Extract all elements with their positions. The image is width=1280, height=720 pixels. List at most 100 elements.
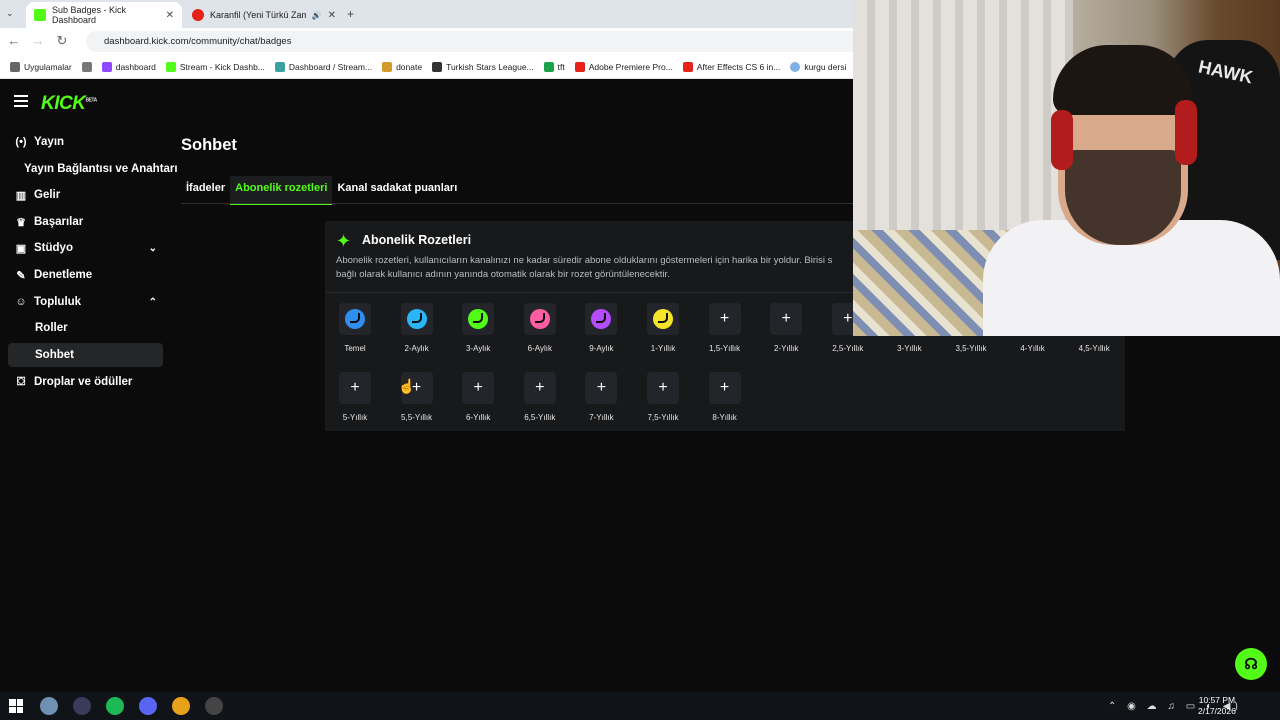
kick-badge-icon xyxy=(529,309,550,329)
nav-denetleme[interactable]: ✎ Denetleme xyxy=(8,263,163,287)
nav-stream-key[interactable]: Yayın Bağlantısı ve Anahtarı xyxy=(0,157,178,181)
bookmark-item[interactable]: Turkish Stars League... xyxy=(432,61,534,72)
spotify-icon[interactable] xyxy=(106,697,124,715)
help-chat-button[interactable]: ☊ xyxy=(1235,648,1267,680)
nav-roller[interactable]: Roller xyxy=(8,316,163,340)
grid-icon xyxy=(81,61,92,72)
add-badge-button[interactable]: + xyxy=(462,372,495,404)
nav-topluluk[interactable]: ☺ Topluluk ⌃ xyxy=(8,290,163,314)
chevron-down-icon: ⌄ xyxy=(148,242,157,254)
nav-droplar[interactable]: ⛋ Droplar ve ödüller xyxy=(8,370,163,394)
tab-list-chevron-icon[interactable]: ⌄ xyxy=(6,8,14,19)
kick-badge-icon xyxy=(468,309,489,329)
bookmark-item[interactable]: Adobe Premiere Pro... xyxy=(574,61,673,72)
badge-image[interactable] xyxy=(400,303,433,335)
add-badge-button[interactable]: + xyxy=(585,372,618,404)
close-tab-icon[interactable]: ✕ xyxy=(328,10,336,21)
badge-slot[interactable]: +7,5-Yıllık xyxy=(633,372,693,422)
bookmark-item[interactable]: After Effects CS 6 in... xyxy=(682,61,780,72)
bookmark-item[interactable]: kurgu dersi xyxy=(790,61,846,72)
badge-image[interactable] xyxy=(462,303,495,335)
add-badge-button[interactable]: + xyxy=(523,372,556,404)
add-badge-button[interactable]: + xyxy=(339,372,371,404)
nav-label: Başarılar xyxy=(34,216,84,228)
audio-icon[interactable]: 🔊 xyxy=(312,11,322,20)
close-tab-icon[interactable]: ✕ xyxy=(166,10,174,21)
bookmark-label: dashboard xyxy=(115,61,156,72)
hamburger-menu-icon[interactable] xyxy=(14,95,28,107)
badge-slot[interactable]: +2-Yıllık xyxy=(756,303,816,353)
tft-icon xyxy=(543,61,554,72)
add-badge-button[interactable]: + xyxy=(647,372,679,404)
add-badge-button[interactable]: + xyxy=(708,303,741,335)
plus-icon: + xyxy=(350,379,360,396)
plus-icon: + xyxy=(843,310,853,327)
back-icon[interactable]: ← xyxy=(6,33,22,48)
apps-grid-icon xyxy=(10,61,20,72)
badge-slot[interactable]: 2-Aylık xyxy=(387,303,447,353)
plus-icon: + xyxy=(658,379,668,396)
badge-slot[interactable]: +1,5-Yıllık xyxy=(695,303,755,353)
browser-tab-active[interactable]: Sub Badges - Kick Dashboard ✕ xyxy=(26,2,182,28)
clock[interactable]: 10:57 PM 2/17/2026 xyxy=(1198,695,1236,717)
nav-studyo[interactable]: ▣ Stüdyo ⌄ xyxy=(8,236,163,260)
sparkle-icon: ✦ xyxy=(336,231,352,251)
badge-slot[interactable]: 1-Yıllık xyxy=(633,303,693,353)
obs-icon[interactable] xyxy=(205,697,223,715)
nav-label: Sohbet xyxy=(35,349,74,361)
nav-label: Yayın Bağlantısı ve Anahtarı xyxy=(24,163,178,175)
badge-slot[interactable]: +6-Yıllık xyxy=(448,372,508,422)
browser-tab[interactable]: Karanfil (Yeni Türkü Zaman 🔊 ✕ xyxy=(184,2,344,28)
add-badge-button[interactable]: + xyxy=(708,372,741,404)
badge-image[interactable] xyxy=(585,303,618,335)
forward-icon[interactable]: → xyxy=(30,33,46,48)
bookmark-item[interactable]: Stream - Kick Dashb... xyxy=(165,61,265,72)
youtube-icon xyxy=(682,61,693,72)
badge-label: 9-Aylık xyxy=(589,344,614,353)
controller-icon[interactable] xyxy=(73,697,91,715)
badge-image[interactable] xyxy=(647,303,679,335)
tab-kanal-sadakat[interactable]: Kanal sadakat puanları xyxy=(332,176,462,205)
discord-icon[interactable] xyxy=(139,697,157,715)
url-input[interactable]: dashboard.kick.com/community/chat/badges xyxy=(86,31,866,52)
badge-label: 2-Aylık xyxy=(404,344,429,353)
windows-taskbar xyxy=(0,692,1280,720)
bookmark-item[interactable]: tft xyxy=(543,61,565,72)
badge-slot[interactable]: 6-Aylık xyxy=(510,303,570,353)
tab-ifadeler[interactable]: İfadeler xyxy=(181,176,230,205)
badge-slot[interactable]: 9-Aylık xyxy=(571,303,631,353)
badge-slot[interactable]: +7-Yıllık xyxy=(571,372,631,422)
chrome-icon[interactable] xyxy=(172,697,190,715)
bookmark-item[interactable]: donate xyxy=(382,61,422,72)
windows-start-icon[interactable] xyxy=(9,699,23,713)
tab-abonelik-rozetleri[interactable]: Abonelik rozetleri xyxy=(230,176,333,205)
badge-slot[interactable]: +5-Yıllık xyxy=(325,372,385,422)
nav-basarilar[interactable]: ♛ Başarılar xyxy=(8,210,163,234)
badge-slot[interactable]: +8-Yıllık xyxy=(695,372,755,422)
badge-label: 7-Yıllık xyxy=(589,413,614,422)
bookmark-item[interactable] xyxy=(81,61,92,72)
bookmark-item[interactable]: dashboard xyxy=(101,61,156,72)
bookmark-apps[interactable]: Uygulamalar xyxy=(10,61,72,72)
add-badge-button[interactable]: + xyxy=(770,303,803,335)
nav-gelir[interactable]: ▥ Gelir xyxy=(8,183,163,207)
new-tab-icon[interactable]: + xyxy=(347,7,354,21)
badge-image[interactable] xyxy=(339,303,371,335)
youtube-icon xyxy=(574,61,585,72)
badge-label: 5,5-Yıllık xyxy=(401,413,433,422)
badge-slot[interactable]: +5,5-Yıllık xyxy=(387,372,447,422)
app-icon[interactable] xyxy=(40,697,58,715)
badge-slot[interactable]: Temel xyxy=(325,303,385,353)
tab-divider xyxy=(181,203,853,204)
badge-slot[interactable]: 3-Aylık xyxy=(448,303,508,353)
tab-title: Sub Badges - Kick Dashboard xyxy=(52,5,127,25)
badge-slot[interactable]: +6,5-Yıllık xyxy=(510,372,570,422)
kick-logo[interactable]: KICKBETA xyxy=(41,93,97,115)
reload-icon[interactable]: ↻ xyxy=(54,33,70,49)
nav-sohbet[interactable]: Sohbet xyxy=(8,343,163,367)
clock-time: 10:57 PM xyxy=(1198,695,1236,705)
bookmark-item[interactable]: Dashboard / Stream... xyxy=(274,61,372,72)
nav-yayin[interactable]: (•) Yayın xyxy=(8,130,163,154)
youtube-music-favicon-icon xyxy=(192,9,204,21)
badge-image[interactable] xyxy=(523,303,556,335)
